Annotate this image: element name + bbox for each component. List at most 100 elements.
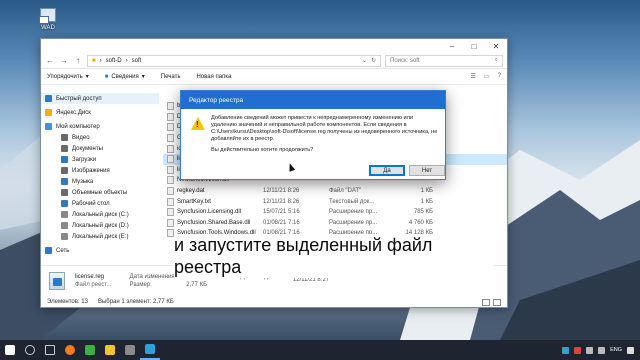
new-folder-button[interactable]: Новая папка xyxy=(196,74,231,80)
file-row[interactable]: Syncfusion.Shared.Base.dll 01/08/21 7:16 Р… xyxy=(163,218,507,229)
dialog-message: Добавление сведений может привести к неп… xyxy=(211,115,438,142)
selection-info: Выбран 1 элемент: 2,77 КБ xyxy=(97,299,174,305)
language-indicator[interactable]: ENG xyxy=(610,347,622,353)
file-row[interactable]: regkey.dat 12/11/21 8:26 Файл "DAT" 1 КБ xyxy=(163,186,507,197)
path-segment[interactable]: soft xyxy=(132,58,142,64)
file-icon xyxy=(167,187,174,196)
nav-item-icon xyxy=(45,123,52,130)
nav-item[interactable]: Музыка xyxy=(41,176,159,187)
nav-item[interactable]: Быстрый доступ xyxy=(41,93,159,104)
nav-item[interactable]: Сеть xyxy=(41,245,159,256)
search-input[interactable]: Поиск: soft ⌕ xyxy=(385,54,503,67)
tray-app-icon[interactable] xyxy=(574,346,582,354)
file-icon xyxy=(167,176,174,185)
terminal-icon-glyph xyxy=(85,345,95,355)
search-icon[interactable] xyxy=(20,340,40,360)
no-button[interactable]: Нет xyxy=(409,165,445,176)
network-icon[interactable] xyxy=(586,346,594,354)
file-row[interactable]: Syncfusion.Licensing.dll 15/07/21 5:16 Рас… xyxy=(163,207,507,218)
file-name-cell: SmartKey.txt xyxy=(163,197,263,206)
help-icon[interactable]: ? xyxy=(498,73,501,80)
nav-item-label: Видео xyxy=(72,134,90,141)
nav-item-label: Локальный диск (C:) xyxy=(72,211,129,218)
nav-item-label: Быстрый доступ xyxy=(56,95,102,102)
volume-icon[interactable] xyxy=(598,346,606,354)
forward-button[interactable]: → xyxy=(59,56,69,65)
file-size: 785 КБ xyxy=(413,209,433,216)
explorer-icon[interactable] xyxy=(100,340,120,360)
nav-item-icon xyxy=(45,247,52,254)
title-bar[interactable]: – □ ✕ xyxy=(41,39,507,53)
file-name-cell: regkey.dat xyxy=(163,187,263,196)
terminal-icon[interactable] xyxy=(80,340,100,360)
nav-item[interactable]: Изображения xyxy=(41,165,159,176)
firefox-icon[interactable] xyxy=(60,340,80,360)
nav-item-icon xyxy=(61,222,68,229)
nav-item[interactable]: Объемные объекты xyxy=(41,187,159,198)
file-date: 12/11/21 8:26 xyxy=(263,188,300,195)
search-icon-glyph xyxy=(25,345,35,355)
modified-label: Дата изменения: xyxy=(129,273,177,280)
file-icon xyxy=(167,155,174,164)
search-placeholder: Поиск: soft xyxy=(390,57,420,64)
regedit-icon[interactable] xyxy=(140,340,160,360)
share-button[interactable]: ■ Сведения ▾ xyxy=(105,73,145,81)
nav-item[interactable]: Документы xyxy=(41,143,159,154)
large-icons-view-icon[interactable] xyxy=(493,298,501,306)
up-button[interactable]: ↑ xyxy=(73,56,83,65)
minimize-button[interactable]: – xyxy=(441,39,463,53)
address-bar[interactable]: ■ › soft-D › soft ⌄ ↻ xyxy=(87,54,381,67)
yes-button[interactable]: Да xyxy=(369,165,405,176)
task-view-icon-glyph xyxy=(45,345,55,355)
close-button[interactable]: ✕ xyxy=(485,39,507,53)
nav-item[interactable]: Мой компьютер xyxy=(41,121,159,132)
address-row: ← → ↑ ■ › soft-D › soft ⌄ ↻ Поиск: soft … xyxy=(41,53,507,69)
preview-pane-icon[interactable]: ▭ xyxy=(484,73,490,80)
file-icon xyxy=(167,112,174,121)
nav-item[interactable]: Локальный диск (C:) xyxy=(41,209,159,220)
nav-item[interactable]: Локальный диск (D:) xyxy=(41,220,159,231)
nav-item[interactable]: Локальный диск (E:) xyxy=(41,231,159,242)
desktop-shortcut[interactable]: WAD xyxy=(33,8,63,31)
refresh-icon[interactable]: ↻ xyxy=(371,57,376,64)
chevron-down-icon: ▾ xyxy=(141,74,145,80)
system-tray: ENG xyxy=(562,346,640,354)
notifications-icon[interactable] xyxy=(627,346,634,354)
nav-item[interactable]: Видео xyxy=(41,132,159,143)
path-separator: › xyxy=(125,57,128,64)
dialog-title-bar[interactable]: Редактор реестра xyxy=(181,91,445,109)
maximize-button[interactable]: □ xyxy=(463,39,485,53)
warning-mark: ! xyxy=(196,120,199,129)
item-count: Элементов: 13 xyxy=(47,299,88,305)
taskbar: ENG xyxy=(0,340,640,360)
tray-app-icon[interactable] xyxy=(562,346,570,354)
nav-item-icon xyxy=(61,156,68,163)
nav-item-label: Сеть xyxy=(56,247,70,254)
firefox-icon-glyph xyxy=(65,345,75,355)
folder-icon: ■ xyxy=(92,57,96,64)
nav-item[interactable]: Рабочий стол xyxy=(41,198,159,209)
start-icon[interactable] xyxy=(0,340,20,360)
dropdown-icon[interactable]: ⌄ xyxy=(362,57,367,64)
view-options-icon[interactable]: ☰ xyxy=(471,73,476,80)
taskbar-apps xyxy=(0,340,160,360)
file-name: SmartKey.txt xyxy=(177,198,211,205)
app-icon[interactable] xyxy=(120,340,140,360)
details-view-icon[interactable] xyxy=(482,298,490,306)
print-button[interactable]: Печать xyxy=(161,74,181,80)
file-icon xyxy=(167,165,174,174)
file-icon xyxy=(167,144,174,153)
new-folder-label: Новая папка xyxy=(196,73,232,80)
back-button[interactable]: ← xyxy=(45,56,55,65)
path-segment[interactable]: soft-D xyxy=(106,58,122,64)
details-file-type: Файл реест... xyxy=(75,281,112,288)
nav-item[interactable]: Яндекс.Диск xyxy=(41,107,159,118)
file-name-cell: Syncfusion.Shared.Base.dll xyxy=(163,218,263,227)
nav-item[interactable]: Загрузки xyxy=(41,154,159,165)
registry-file-icon xyxy=(49,271,65,290)
organize-button[interactable]: Упорядочить ▾ xyxy=(47,73,89,81)
file-row[interactable]: SmartKey.txt 12/11/21 8:26 Текстовый док..… xyxy=(163,196,507,207)
nav-item-icon xyxy=(45,109,52,116)
task-view-icon[interactable] xyxy=(40,340,60,360)
file-icon xyxy=(167,102,174,111)
